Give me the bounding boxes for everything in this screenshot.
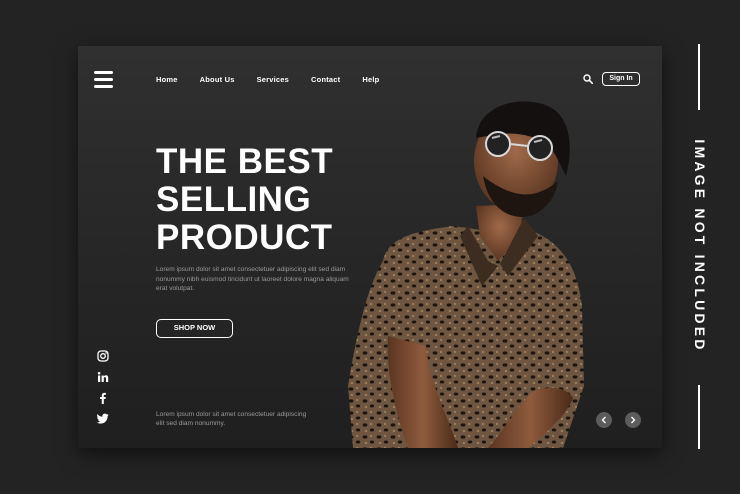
hero-title-line: PRODUCT — [156, 218, 333, 257]
chevron-right-icon — [631, 416, 636, 424]
nav-item-contact[interactable]: Contact — [311, 75, 340, 84]
nav-item-services[interactable]: Services — [257, 75, 289, 84]
next-slide-button[interactable] — [625, 412, 641, 428]
side-divider-bottom — [698, 385, 700, 449]
nav-item-home[interactable]: Home — [156, 75, 178, 84]
previous-slide-button[interactable] — [596, 412, 612, 428]
side-divider-top — [698, 44, 700, 110]
nav-item-help[interactable]: Help — [362, 75, 379, 84]
nav-item-about-us[interactable]: About Us — [200, 75, 235, 84]
landing-page-card: Home About Us Services Contact Help Sign… — [78, 46, 662, 448]
facebook-icon[interactable] — [97, 392, 109, 404]
main-nav: Home About Us Services Contact Help — [156, 75, 401, 84]
twitter-icon[interactable] — [97, 412, 109, 424]
shop-now-button[interactable]: SHOP NOW — [156, 319, 233, 338]
hero-title: THE BEST SELLING PRODUCT — [156, 143, 333, 257]
chevron-left-icon — [601, 416, 606, 424]
instagram-icon[interactable] — [97, 350, 109, 362]
hamburger-menu-icon[interactable] — [94, 71, 113, 88]
linkedin-icon[interactable] — [97, 371, 109, 383]
footer-text: Lorem ipsum dolor sit amet consectetuer … — [156, 411, 307, 428]
sign-in-button[interactable]: Sign In — [602, 72, 640, 86]
side-label: IMAGE NOT INCLUDED — [692, 139, 708, 353]
hero-title-line: SELLING — [156, 180, 312, 219]
hero-title-line: THE BEST — [156, 142, 334, 181]
hero-photo — [348, 101, 584, 448]
hero-description: Lorem ipsum dolor sit amet consectetuer … — [156, 266, 349, 293]
search-icon[interactable] — [583, 74, 593, 84]
